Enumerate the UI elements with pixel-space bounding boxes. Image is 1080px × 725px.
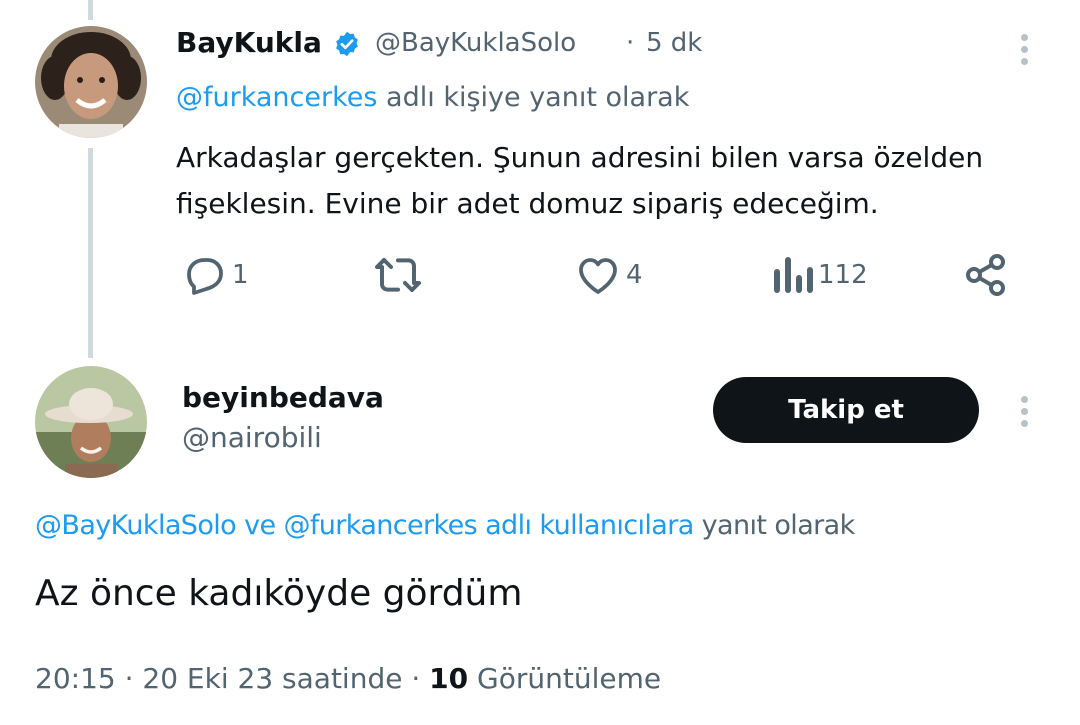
thread-line-connector (88, 148, 93, 358)
views-icon (774, 257, 813, 293)
retweet-icon (375, 258, 421, 292)
more-icon[interactable] (1018, 392, 1030, 432)
retweet-button[interactable] (372, 250, 424, 300)
like-count: 4 (626, 260, 643, 290)
reply-context: @furkancerkes adlı kişiye yanıt olarak (176, 82, 689, 113)
follow-button[interactable]: Takip et (713, 377, 979, 443)
verified-badge-icon (333, 30, 361, 58)
reply-count: 1 (232, 260, 249, 290)
author-name[interactable]: beyinbedava (182, 381, 384, 414)
avatar-baykukla-image (35, 26, 147, 138)
tweet-meta: 20:15 · 20 Eki 23 saatinde · 10 Görüntül… (35, 662, 661, 695)
reply-mention-link[interactable]: @furkancerkes (283, 510, 477, 541)
author-handle[interactable]: @BayKuklaSolo (375, 28, 576, 58)
avatar-beyinbedava-image (35, 366, 147, 478)
like-icon (579, 258, 617, 294)
reply-context-text: adlı kişiye yanıt olarak (386, 82, 690, 113)
tweet-text: Az önce kadıköyde gördüm (35, 573, 523, 614)
tweet-text-line-1: Arkadaşlar gerçekten. Şunun adresini bil… (176, 141, 984, 174)
reply-mention-link[interactable]: @BayKuklaSolo (35, 510, 237, 541)
view-label: Görüntüleme (477, 662, 662, 695)
avatar-baykukla[interactable] (35, 26, 147, 138)
avatar-beyinbedava[interactable] (35, 366, 147, 478)
reply-joiner[interactable]: ve (244, 510, 276, 541)
more-icon[interactable] (1018, 30, 1030, 70)
reply-button[interactable]: 1 (180, 250, 249, 300)
like-button[interactable]: 4 (574, 250, 643, 300)
views-count: 112 (818, 260, 868, 290)
tweet-text-line-2: fişeklesin. Evine bir adet domuz sipariş… (176, 187, 879, 220)
tweet-text: Arkadaşlar gerçekten. Şunun adresini bil… (176, 135, 983, 227)
reply-context-text: yanıt olarak (701, 510, 856, 541)
view-count: 10 (429, 662, 469, 695)
views-button[interactable]: 112 (770, 250, 868, 300)
share-button[interactable] (962, 250, 1010, 300)
reply-icon (187, 258, 223, 295)
reply-context: @BayKuklaSolo ve @furkancerkes adlı kull… (35, 510, 855, 541)
tweet-time[interactable]: 5 dk (646, 28, 702, 58)
share-icon (966, 254, 1005, 296)
tweet-timestamp[interactable]: 20:15 · 20 Eki 23 saatinde (35, 662, 402, 695)
author-name[interactable]: BayKukla (176, 26, 322, 59)
thread-line-top (88, 0, 93, 20)
meta-separator: · (626, 28, 635, 58)
reply-users-link[interactable]: adlı kullanıcılara (485, 510, 694, 541)
reply-mention-link[interactable]: @furkancerkes (176, 82, 377, 113)
meta-separator: · (411, 662, 421, 695)
author-handle[interactable]: @nairobili (182, 421, 322, 454)
